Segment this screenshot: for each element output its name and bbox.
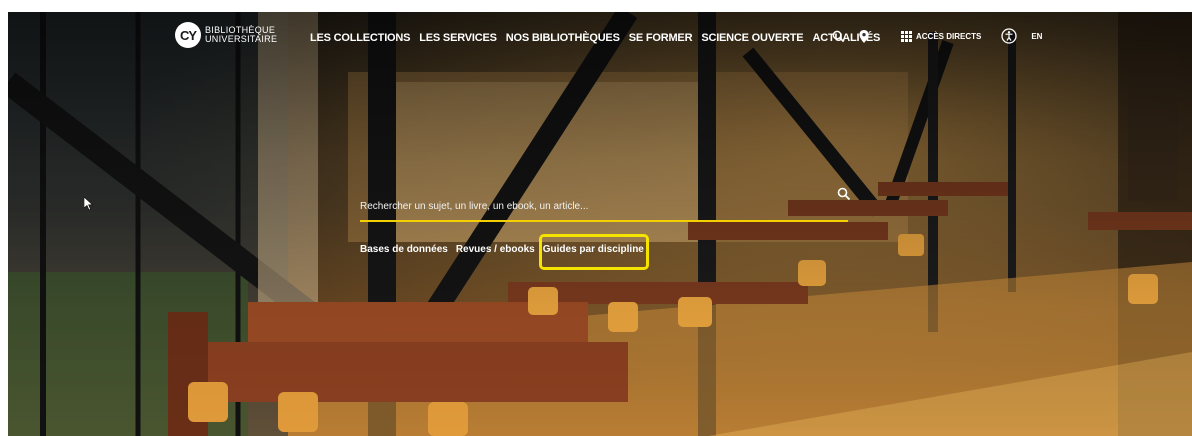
image-overlay xyxy=(8,12,1192,436)
nav-item-training[interactable]: SE FORMER xyxy=(629,32,693,44)
search-submit-icon[interactable] xyxy=(837,187,851,201)
search-icon xyxy=(832,30,845,42)
site-logo[interactable]: CY BIBLIOTHÈQUE UNIVERSITAIRE xyxy=(175,22,277,48)
main-navigation: LES COLLECTIONS LES SERVICES NOS BIBLIOT… xyxy=(310,32,880,44)
location-button[interactable] xyxy=(859,29,869,43)
highlight-box xyxy=(539,234,649,270)
nav-item-services[interactable]: LES SERVICES xyxy=(419,32,497,44)
nav-item-collections[interactable]: LES COLLECTIONS xyxy=(310,32,410,44)
header-search-button[interactable] xyxy=(832,30,845,43)
header-tools: ACCÈS DIRECTS EN xyxy=(832,28,1042,44)
logo-mark: CY xyxy=(175,22,201,48)
search-input[interactable] xyxy=(360,195,805,216)
accessibility-icon xyxy=(1001,28,1017,44)
link-journals-ebooks[interactable]: Revues / ebooks xyxy=(456,244,535,255)
search-form xyxy=(360,187,851,222)
direct-access-button[interactable]: ACCÈS DIRECTS xyxy=(901,30,982,42)
language-switch[interactable]: EN xyxy=(1031,32,1042,41)
logo-text: BIBLIOTHÈQUE UNIVERSITAIRE xyxy=(205,26,277,44)
direct-access-label: ACCÈS DIRECTS xyxy=(916,31,982,41)
link-databases[interactable]: Bases de données xyxy=(360,244,448,255)
grid-icon xyxy=(901,30,912,42)
accessibility-button[interactable] xyxy=(1001,28,1017,44)
search-underline xyxy=(360,220,848,222)
hero-banner xyxy=(8,12,1192,436)
map-pin-icon xyxy=(859,29,869,43)
logo-line-2: UNIVERSITAIRE xyxy=(205,34,278,44)
nav-item-libraries[interactable]: NOS BIBLIOTHÈQUES xyxy=(506,32,620,44)
nav-item-open-science[interactable]: SCIENCE OUVERTE xyxy=(701,32,803,44)
mouse-cursor-icon xyxy=(84,197,94,211)
